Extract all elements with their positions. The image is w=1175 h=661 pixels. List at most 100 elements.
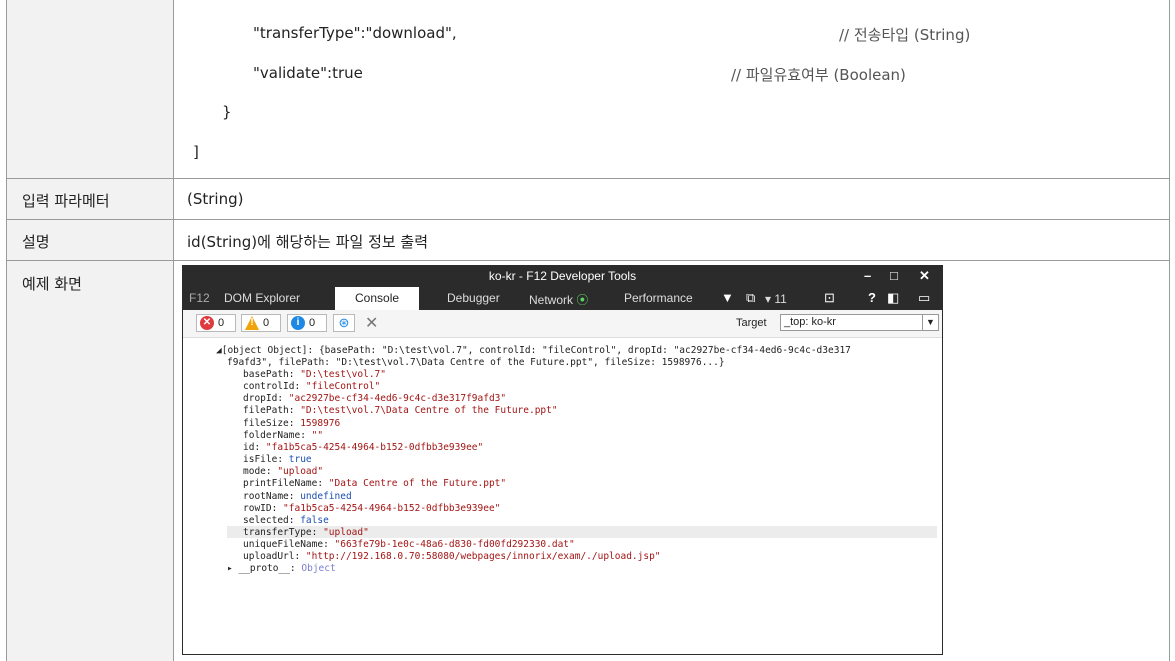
property-value: "fa1b5ca5-4254-4964-b152-0dfbb3e939ee" bbox=[283, 502, 501, 514]
property-value: "D:\test\vol.7" bbox=[300, 369, 386, 380]
property-key: selected: bbox=[243, 514, 301, 526]
help-icon[interactable]: ? bbox=[868, 290, 876, 305]
console-icon[interactable]: ⊡ bbox=[824, 290, 835, 306]
property-line[interactable]: basePath: "D:\test\vol.7" bbox=[243, 369, 386, 380]
minimize-icon[interactable]: – bbox=[864, 268, 871, 283]
proto-line[interactable]: ▸ __proto__: Object bbox=[227, 563, 336, 574]
console-toolbar: ✕ 0 ! 0 i 0 ⊛ ✕ Target _top: ko-kr ▼ bbox=[183, 310, 942, 338]
tab-performance[interactable]: Performance bbox=[624, 291, 693, 305]
code-line-validate: "validate":true bbox=[253, 64, 363, 82]
record-icon: ⦿ bbox=[576, 293, 589, 307]
devtools-title: ko-kr - F12 Developer Tools bbox=[488, 269, 637, 283]
property-line[interactable]: fileSize: 1598976 bbox=[243, 418, 340, 429]
warning-icon: ! bbox=[245, 316, 259, 330]
property-line[interactable]: printFileName: "Data Centre of the Futur… bbox=[243, 478, 506, 489]
property-key: rootName: bbox=[243, 490, 301, 502]
object-summary-line1[interactable]: ◢[object Object]: {basePath: "D:\test\vo… bbox=[216, 345, 851, 356]
expand-arrow-icon: ▸ bbox=[227, 563, 239, 575]
input-param-row: 입력 파라메터 (String) bbox=[6, 179, 1170, 220]
property-key: id: bbox=[243, 441, 266, 453]
property-value: "upload" bbox=[323, 526, 369, 538]
clear-on-navigate-icon: ⊛ bbox=[338, 315, 350, 330]
property-line[interactable]: folderName: "" bbox=[243, 430, 323, 441]
property-key: uniqueFileName: bbox=[243, 539, 335, 551]
property-key: isFile: bbox=[243, 454, 289, 466]
input-param-value: (String) bbox=[174, 179, 1170, 219]
code-line-transfertype: "transferType":"download", bbox=[253, 24, 457, 42]
maximize-icon[interactable]: □ bbox=[890, 268, 898, 283]
property-line[interactable]: id: "fa1b5ca5-4254-4964-b152-0dfbb3e939e… bbox=[243, 442, 483, 453]
warning-filter-button[interactable]: ! 0 bbox=[241, 314, 281, 332]
property-key: printFileName: bbox=[243, 478, 329, 490]
example-label: 예제 화면 bbox=[6, 261, 174, 661]
emulation-icon[interactable]: ⧉ bbox=[746, 290, 755, 306]
tab-debugger[interactable]: Debugger bbox=[447, 291, 500, 305]
property-line[interactable]: selected: false bbox=[243, 515, 329, 526]
property-value: "fileControl" bbox=[305, 381, 381, 393]
property-line[interactable]: uploadUrl: "http://192.168.0.70:58080/we… bbox=[243, 551, 661, 562]
warning-count: 0 bbox=[263, 317, 270, 329]
property-value: "ac2927be-cf34-4ed6-9c4c-d3e317f9afd3" bbox=[288, 393, 507, 405]
property-value: undefined bbox=[300, 490, 352, 502]
property-value: "663fe79b-1e0c-48a6-d830-fd00fd292330.da… bbox=[334, 539, 575, 551]
target-label: Target bbox=[736, 317, 767, 329]
tab-network-label: Network bbox=[529, 293, 574, 307]
code-bracket-close: ] bbox=[193, 143, 199, 161]
property-value: 1598976 bbox=[300, 417, 341, 429]
tab-console[interactable]: Console bbox=[335, 287, 420, 310]
property-key: uploadUrl: bbox=[243, 551, 306, 563]
property-line[interactable]: uniqueFileName: "663fe79b-1e0c-48a6-d830… bbox=[243, 539, 575, 550]
close-icon[interactable]: ✕ bbox=[919, 268, 930, 284]
property-key: fileSize: bbox=[243, 417, 301, 429]
code-row-label bbox=[6, 0, 174, 178]
property-key: transferType: bbox=[243, 526, 324, 538]
target-select[interactable]: _top: ko-kr ▼ bbox=[780, 314, 939, 331]
chevron-down-icon: ▼ bbox=[922, 315, 938, 330]
property-value: "fa1b5ca5-4254-4964-b152-0dfbb3e939ee" bbox=[265, 441, 484, 453]
emulation-count-value: 11 bbox=[774, 292, 787, 306]
property-line[interactable]: rootName: undefined bbox=[243, 491, 352, 502]
property-value: "D:\test\vol.7\Data Centre of the Future… bbox=[300, 405, 558, 417]
devtools-tabbar: F12 DOM Explorer Console Debugger Networ… bbox=[183, 287, 942, 310]
error-filter-button[interactable]: ✕ 0 bbox=[196, 314, 236, 332]
input-param-label: 입력 파라메터 bbox=[6, 179, 174, 219]
dock-icon[interactable]: ▭ bbox=[918, 290, 930, 306]
property-line[interactable]: filePath: "D:\test\vol.7\Data Centre of … bbox=[243, 405, 558, 416]
property-value: "http://192.168.0.70:58080/webpages/inno… bbox=[305, 551, 661, 563]
property-line[interactable]: controlId: "fileControl" bbox=[243, 381, 380, 392]
description-label: 설명 bbox=[6, 220, 174, 260]
info-icon: i bbox=[291, 316, 305, 330]
property-key: filePath: bbox=[243, 405, 301, 417]
tab-network[interactable]: Network ⦿ bbox=[529, 291, 588, 308]
property-line[interactable]: dropId: "ac2927be-cf34-4ed6-9c4c-d3e317f… bbox=[243, 393, 506, 404]
code-row: "transferType":"download", // 전송타입 (Stri… bbox=[6, 0, 1170, 179]
tab-f12[interactable]: F12 bbox=[189, 291, 210, 305]
property-key: rowID: bbox=[243, 502, 284, 514]
clear-console-icon[interactable]: ✕ bbox=[365, 313, 378, 333]
devtools-titlebar: ko-kr - F12 Developer Tools – □ ✕ bbox=[183, 266, 942, 287]
tab-dom-explorer[interactable]: DOM Explorer bbox=[224, 291, 300, 305]
emulation-count[interactable]: ▾ 11 bbox=[765, 292, 787, 306]
property-line[interactable]: rowID: "fa1b5ca5-4254-4964-b152-0dfbb3e9… bbox=[243, 503, 500, 514]
pin-icon[interactable]: ◧ bbox=[887, 290, 899, 306]
code-comment-validate: // 파일유효여부 (Boolean) bbox=[731, 66, 906, 84]
property-value: false bbox=[300, 514, 329, 526]
property-key: basePath: bbox=[243, 369, 301, 380]
property-line[interactable]: transferType: "upload" bbox=[243, 527, 369, 538]
property-line[interactable]: mode: "upload" bbox=[243, 466, 323, 477]
property-value: "Data Centre of the Future.ppt" bbox=[328, 478, 507, 490]
more-tabs-icon[interactable]: ▼ bbox=[721, 290, 734, 305]
property-line[interactable]: isFile: true bbox=[243, 454, 312, 465]
error-count: 0 bbox=[218, 317, 225, 329]
target-select-value: _top: ko-kr bbox=[784, 316, 836, 328]
property-key: folderName: bbox=[243, 429, 312, 441]
property-value: "upload" bbox=[277, 466, 324, 478]
property-value: true bbox=[288, 454, 312, 466]
info-count: 0 bbox=[309, 317, 316, 329]
clear-on-navigate-button[interactable]: ⊛ bbox=[333, 314, 355, 332]
info-filter-button[interactable]: i 0 bbox=[287, 314, 327, 332]
error-icon: ✕ bbox=[200, 316, 214, 330]
proto-value: Object bbox=[301, 563, 336, 575]
description-value: id(String)에 해당하는 파일 정보 출력 bbox=[174, 220, 1170, 260]
summary-text-1: [object Object]: {basePath: "D:\test\vol… bbox=[221, 345, 851, 356]
